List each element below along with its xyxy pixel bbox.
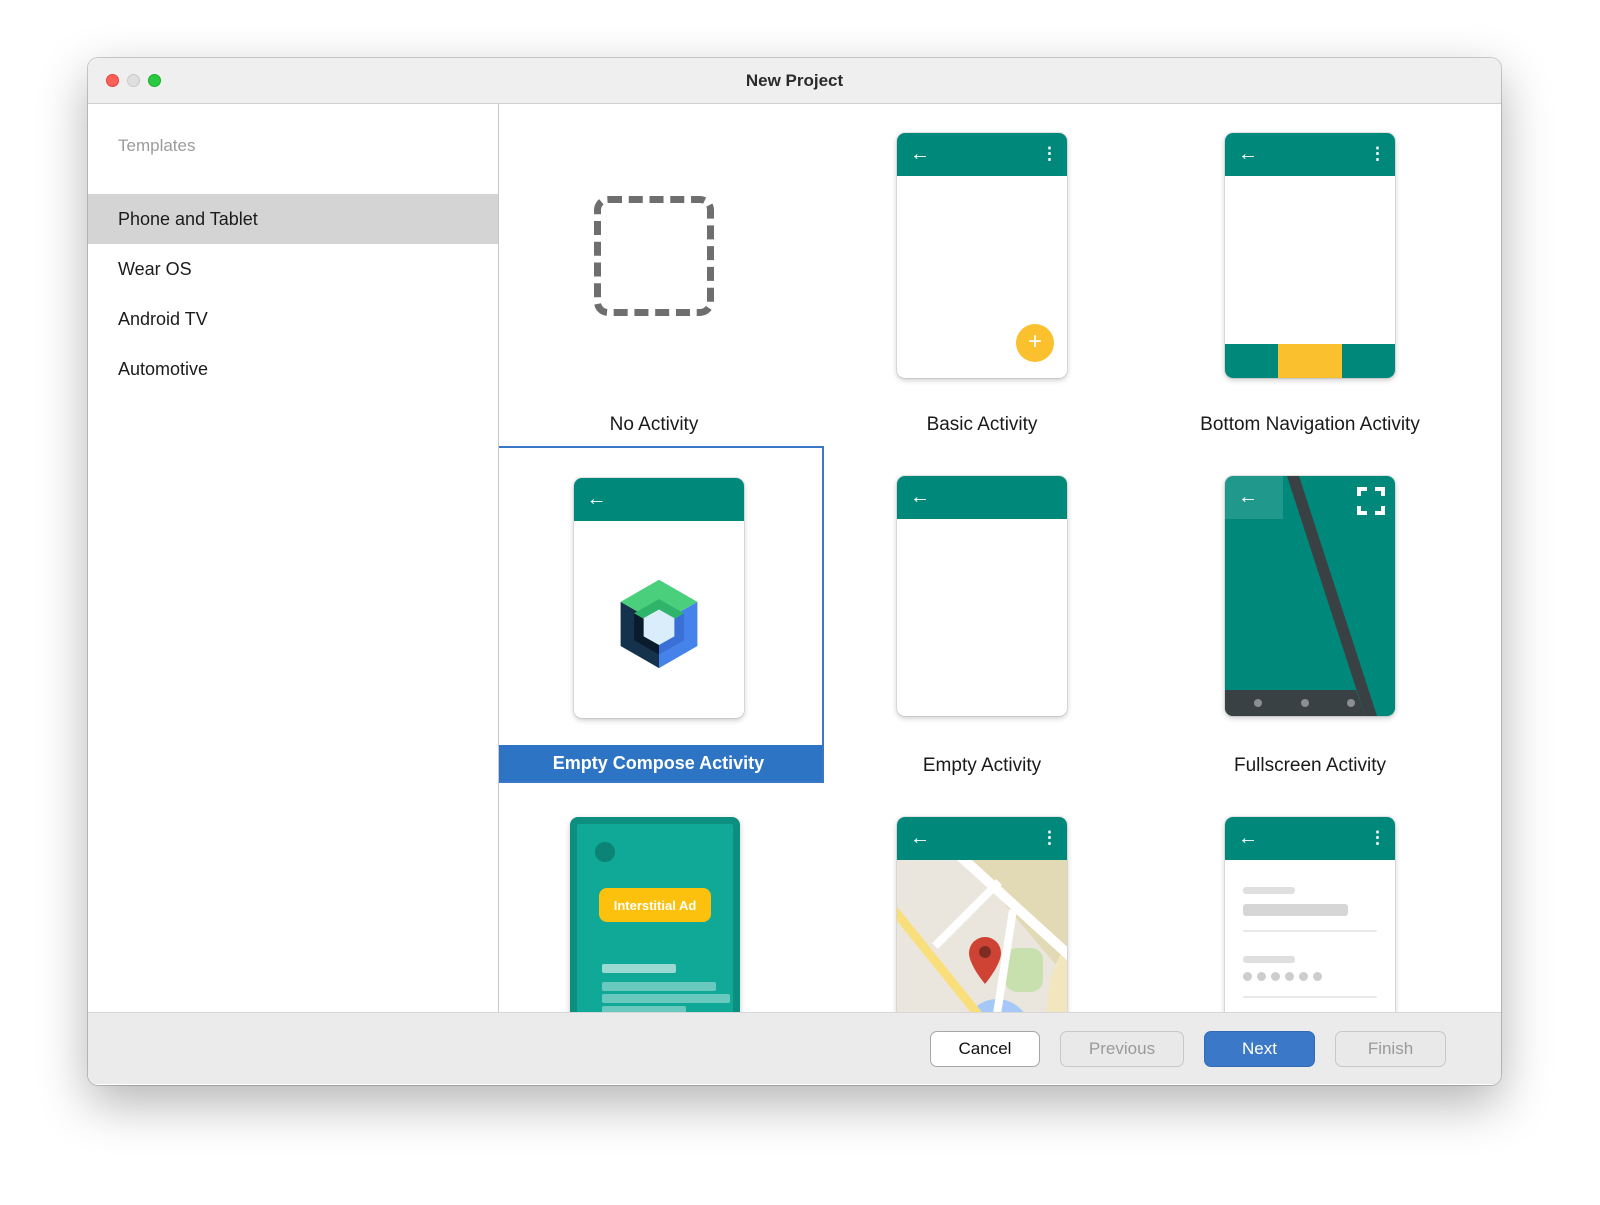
ad-avatar-dot xyxy=(595,842,615,862)
empty-compose-activity-preview: ← xyxy=(574,478,744,718)
no-activity-placeholder-icon xyxy=(594,196,714,316)
template-card-empty-compose-activity-selected[interactable]: ← Empty Compose Activity xyxy=(499,446,824,783)
bottom-navigation-activity-preview: ← ⋮ xyxy=(1225,133,1395,378)
sidebar-item-phone-and-tablet[interactable]: Phone and Tablet xyxy=(88,194,498,244)
dialog-title: New Project xyxy=(746,71,843,91)
sidebar-item-android-tv[interactable]: Android TV xyxy=(88,294,498,344)
template-label: Basic Activity xyxy=(812,414,1152,436)
cancel-button[interactable]: Cancel xyxy=(930,1031,1040,1067)
next-button[interactable]: Next xyxy=(1204,1031,1315,1067)
back-arrow-icon: ← xyxy=(910,142,930,166)
templates-sidebar: Templates Phone and Tablet Wear OS Andro… xyxy=(88,104,499,1012)
overflow-menu-icon: ⋮ xyxy=(1369,827,1386,849)
finish-button: Finish xyxy=(1335,1031,1446,1067)
sidebar-header: Templates xyxy=(118,134,498,158)
back-arrow-icon: ← xyxy=(1238,142,1258,166)
sidebar-item-automotive[interactable]: Automotive xyxy=(88,344,498,394)
dialog-footer: Cancel Previous Next Finish xyxy=(88,1012,1501,1084)
template-label: Empty Activity xyxy=(812,755,1152,777)
traffic-lights xyxy=(106,58,161,103)
template-card-login-activity[interactable]: ← ⋮ xyxy=(1225,817,1395,1012)
interstitial-ad-badge: Interstitial Ad xyxy=(599,888,711,922)
password-dots xyxy=(1243,972,1322,981)
bottom-nav-bar xyxy=(1225,344,1395,378)
back-arrow-icon: ← xyxy=(910,485,930,509)
fab-plus-icon: + xyxy=(1016,324,1054,362)
jetpack-compose-logo xyxy=(611,574,707,670)
overflow-menu-icon: ⋮ xyxy=(1041,827,1058,849)
selected-template-label: Empty Compose Activity xyxy=(499,745,822,781)
template-label: Bottom Navigation Activity xyxy=(1140,414,1480,436)
template-label: Fullscreen Activity xyxy=(1140,755,1480,777)
fullscreen-activity-preview: ← xyxy=(1225,476,1395,716)
new-project-dialog: New Project Templates Phone and Tablet W… xyxy=(88,58,1501,1085)
map-preview-art xyxy=(897,860,1067,1012)
template-card-ads-activity[interactable]: Interstitial Ad xyxy=(570,817,740,1012)
template-card-maps-activity[interactable]: ← ⋮ xyxy=(897,817,1067,1012)
fullscreen-preview-art xyxy=(1225,476,1395,716)
overflow-menu-icon: ⋮ xyxy=(1041,143,1058,165)
back-arrow-icon: ← xyxy=(1238,485,1258,509)
template-grid: No Activity ← ⋮ + Basic Activity ← ⋮ xyxy=(499,104,1501,1012)
template-label: No Activity xyxy=(499,414,824,436)
zoom-window-button[interactable] xyxy=(148,74,161,87)
back-arrow-icon: ← xyxy=(910,826,930,850)
titlebar: New Project xyxy=(88,58,1501,104)
close-window-button[interactable] xyxy=(106,74,119,87)
back-arrow-icon: ← xyxy=(587,487,607,511)
sidebar-item-wear-os[interactable]: Wear OS xyxy=(88,244,498,294)
previous-button: Previous xyxy=(1060,1031,1184,1067)
login-form-preview xyxy=(1225,860,1395,1012)
basic-activity-preview: ← ⋮ + xyxy=(897,133,1067,378)
overflow-menu-icon: ⋮ xyxy=(1369,143,1386,165)
empty-activity-preview: ← xyxy=(897,476,1067,716)
back-arrow-icon: ← xyxy=(1238,826,1258,850)
minimize-window-button xyxy=(127,74,140,87)
